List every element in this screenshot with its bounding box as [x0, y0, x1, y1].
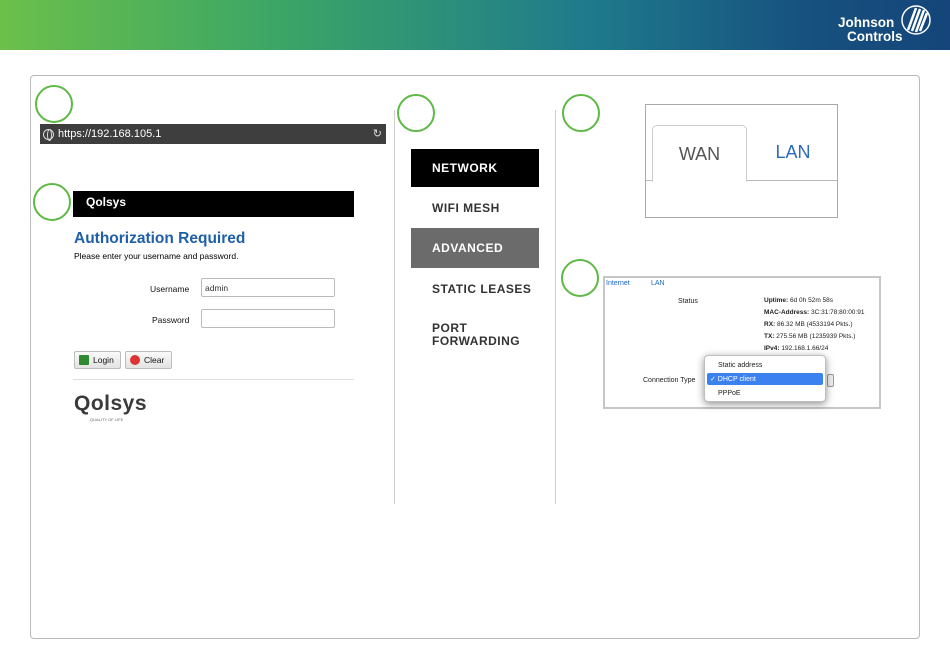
tab-lan-small[interactable]: LAN [651, 280, 665, 287]
login-separator [73, 379, 354, 380]
rx-row: RX: 86.32 MB (4533194 Pkts.) [764, 321, 853, 328]
tx-row: TX: 275.56 MB (1235939 Pkts.) [764, 333, 855, 340]
password-input[interactable] [201, 309, 335, 328]
option-dhcp-client[interactable]: ✓ DHCP client [707, 373, 823, 385]
ipv4-row: IPv4: 192.168.1.66/24 [764, 345, 828, 352]
tx-value: 275.56 MB (1235939 Pkts.) [776, 333, 856, 340]
login-button-label: Login [93, 355, 114, 365]
column-divider-1 [394, 110, 395, 504]
brand-line-2: Controls [847, 29, 903, 44]
tx-key: TX: [764, 333, 775, 340]
rx-value: 86.32 MB (4533194 Pkts.) [777, 321, 853, 328]
mac-value: 3C:31:78:80:00:91 [810, 309, 865, 316]
status-label: Status [678, 298, 698, 305]
ipv4-value: 192.168.1.66/24 [781, 345, 829, 352]
tab-internet[interactable]: Internet [606, 280, 630, 287]
qolsys-logo-word: Qolsys [74, 392, 148, 415]
header-banner: Johnson Controls [0, 0, 950, 50]
connection-type-dropdown[interactable]: Static address ✓ DHCP client PPPoE [704, 355, 826, 402]
login-button[interactable]: Login [74, 351, 121, 369]
option-static-address[interactable]: Static address [707, 359, 823, 371]
reload-icon[interactable]: ↻ [373, 127, 382, 140]
connection-type-label: Connection Type [643, 377, 696, 384]
column-divider-2 [555, 110, 556, 504]
step-circle-1 [35, 85, 73, 123]
password-label: Password [152, 315, 190, 325]
step-circle-4 [562, 94, 600, 132]
ipv4-key: IPv4: [764, 345, 780, 352]
qolsys-logo-tagline: QUALITY OF LIFE [90, 417, 124, 422]
tab-lan[interactable]: LAN [758, 125, 828, 180]
option-pppoe[interactable]: PPPoE [707, 387, 823, 399]
username-input[interactable]: admin [201, 278, 335, 297]
mac-row: MAC-Address: 3C:31:78:80:00:91 [764, 309, 864, 316]
qolsys-header-logo: Qolsys [86, 195, 127, 209]
clear-icon [130, 355, 140, 365]
clear-button-label: Clear [144, 355, 165, 365]
login-icon [79, 355, 89, 365]
tab-wan[interactable]: WAN [652, 125, 747, 182]
brand-line-1: Johnson [838, 15, 895, 30]
mac-key: MAC-Address: [764, 309, 810, 316]
uptime-key: Uptime: [764, 297, 789, 304]
johnson-controls-logo: Johnson Controls [838, 5, 943, 46]
menu-item-wifi-mesh[interactable]: WIFI MESH [411, 189, 539, 227]
rx-key: RX: [764, 321, 776, 328]
menu-item-advanced[interactable]: ADVANCED [411, 228, 539, 268]
step-circle-3 [397, 94, 435, 132]
browser-url-bar[interactable]: https://192.168.105.1 ↻ [40, 124, 386, 144]
step-circle-2 [33, 183, 71, 221]
username-label: Username [150, 284, 190, 294]
wan-lan-tabs-panel: WAN LAN [645, 104, 838, 218]
auth-title: Authorization Required [74, 230, 246, 247]
menu-item-static-leases[interactable]: STATIC LEASES [411, 270, 539, 308]
menu-item-port-forwarding[interactable]: PORT FORWARDING [411, 316, 521, 354]
uptime-value: 6d 0h 52m 58s [790, 297, 834, 304]
network-interface-panel: Internet LAN Status Uptime: 6d 0h 52m 58… [603, 276, 881, 409]
url-text: https://192.168.105.1 [58, 128, 162, 140]
qolsys-footer-logo: Qolsys QUALITY OF LIFE [74, 392, 148, 422]
clear-button[interactable]: Clear [125, 351, 172, 369]
johnson-controls-mark-icon [901, 5, 931, 35]
menu-item-network[interactable]: NETWORK [411, 149, 539, 187]
step-circle-5 [561, 259, 599, 297]
qolsys-header-bar: Qolsys [73, 191, 354, 217]
connection-type-select[interactable] [827, 374, 834, 387]
auth-subtitle: Please enter your username and password. [74, 251, 239, 261]
globe-icon [43, 128, 54, 141]
uptime-row: Uptime: 6d 0h 52m 58s [764, 297, 833, 304]
